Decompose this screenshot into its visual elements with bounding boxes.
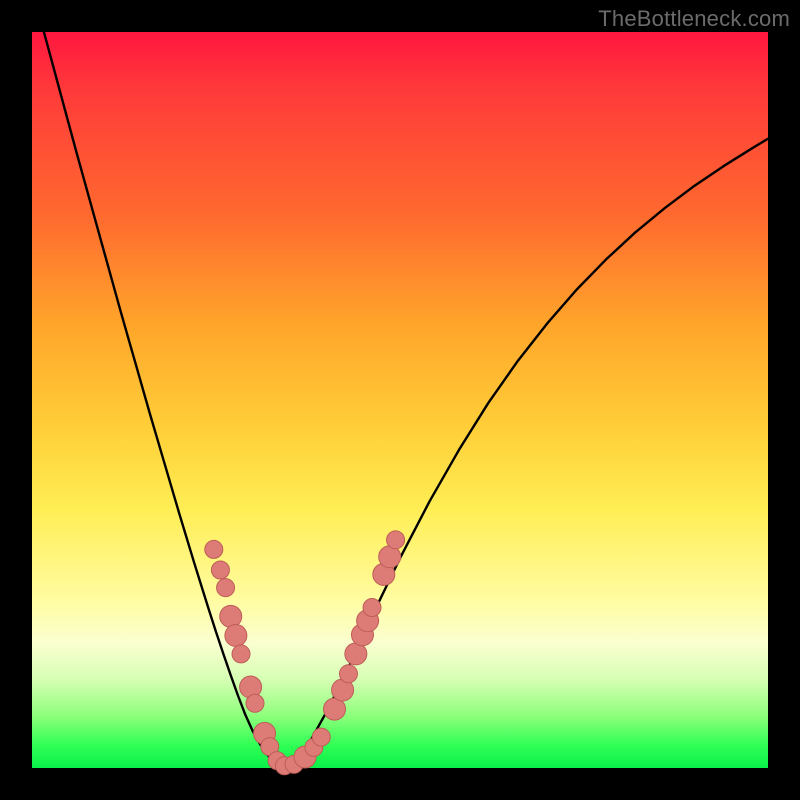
curve-marker: [211, 561, 229, 579]
curve-marker: [217, 579, 235, 597]
plot-area: [32, 32, 768, 768]
curve-marker: [220, 605, 242, 627]
watermark-text: TheBottleneck.com: [598, 6, 790, 32]
curve-marker: [339, 665, 357, 683]
curve-marker: [205, 540, 223, 558]
curve-markers: [32, 32, 768, 768]
curve-marker: [246, 694, 264, 712]
chart-frame: TheBottleneck.com: [0, 0, 800, 800]
curve-marker: [312, 728, 330, 746]
curve-marker: [225, 625, 247, 647]
curve-marker: [363, 599, 381, 617]
curve-marker: [232, 645, 250, 663]
curve-marker: [387, 531, 405, 549]
